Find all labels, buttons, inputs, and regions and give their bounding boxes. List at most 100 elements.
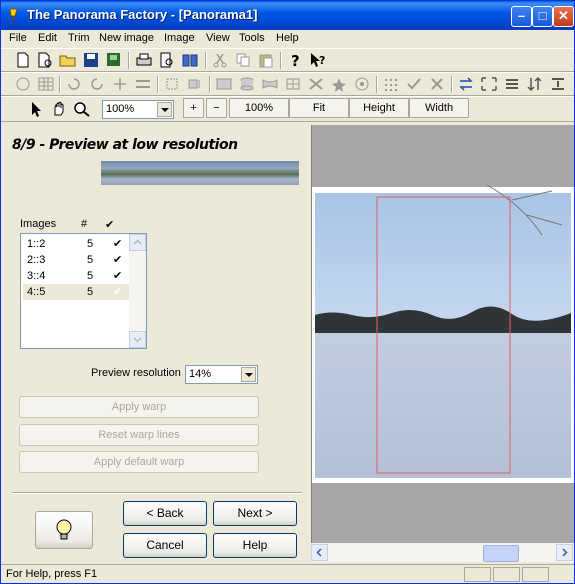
minimize-icon: – <box>517 8 526 23</box>
pair-count: 5 <box>87 286 94 298</box>
distribute-icon[interactable] <box>549 76 567 92</box>
new-panorama-icon[interactable] <box>36 52 54 68</box>
sharpen-icon[interactable] <box>330 76 348 92</box>
close-button[interactable]: ✕ <box>553 6 574 27</box>
standard-toolbar: ? ? <box>1 48 574 72</box>
target-icon[interactable] <box>353 76 371 92</box>
maximize-button[interactable]: □ <box>532 6 553 27</box>
maximize-icon: □ <box>538 8 547 23</box>
print-icon[interactable] <box>135 52 153 68</box>
scroll-down-button[interactable] <box>129 331 146 348</box>
minimize-button[interactable]: – <box>511 6 532 27</box>
image-pairs-list[interactable]: 1::2 5 ✔ 2::3 5 ✔ 3::4 5 ✔ 4::5 5 ✔ <box>20 233 147 349</box>
menu-bar: File Edit Trim New image Image View Tool… <box>1 30 574 48</box>
scroll-left-button[interactable] <box>311 544 328 561</box>
menu-file[interactable]: File <box>9 32 27 44</box>
list-item[interactable]: 2::3 5 ✔ <box>23 252 129 268</box>
preview-horizontal-scrollbar[interactable] <box>311 543 574 562</box>
menu-edit[interactable]: Edit <box>38 32 57 44</box>
scroll-right-button[interactable] <box>556 544 573 561</box>
accept-icon[interactable] <box>405 76 423 92</box>
check-column-header: ✔ <box>105 219 115 231</box>
copy-icon[interactable] <box>234 52 252 68</box>
app-window: The Panorama Factory - [Panorama1] – □ ✕… <box>0 0 575 584</box>
hand-tool-icon[interactable] <box>50 101 68 117</box>
zoom-height-button[interactable]: Height <box>349 98 409 118</box>
pointer-tool-icon[interactable] <box>27 101 45 117</box>
expand-icon[interactable] <box>480 76 498 92</box>
sort-icon[interactable] <box>526 76 544 92</box>
context-help-icon[interactable]: ? <box>309 52 327 68</box>
next-button[interactable]: Next > <box>213 501 297 526</box>
rotate-right-icon[interactable] <box>88 76 106 92</box>
image-icon[interactable] <box>215 76 233 92</box>
apply-default-warp-button[interactable]: Apply default warp <box>19 451 259 473</box>
crop-icon[interactable] <box>163 76 181 92</box>
cancel-button[interactable]: Cancel <box>123 533 207 558</box>
reset-warp-lines-button[interactable]: Reset warp lines <box>19 424 259 446</box>
pair-count: 5 <box>87 254 94 266</box>
open-folder-icon[interactable] <box>59 52 77 68</box>
warp-icon[interactable] <box>261 76 279 92</box>
cut-icon[interactable] <box>211 52 229 68</box>
print-preview-icon[interactable] <box>158 52 176 68</box>
images-column-header: Images <box>20 218 57 230</box>
cylinder-icon[interactable] <box>238 76 256 92</box>
chevron-down-icon[interactable] <box>241 367 256 382</box>
list-item[interactable]: 3::4 5 ✔ <box>23 268 129 284</box>
pair-name: 4::5 <box>27 286 46 298</box>
menu-help[interactable]: Help <box>276 32 299 44</box>
help-button[interactable]: Help <box>213 533 297 558</box>
preview-resolution-value: 14% <box>189 368 212 380</box>
menu-tools[interactable]: Tools <box>239 32 265 44</box>
scroll-thumb[interactable] <box>483 545 519 562</box>
reject-icon[interactable] <box>428 76 446 92</box>
align-icon[interactable] <box>134 76 152 92</box>
menu-image[interactable]: Image <box>164 32 195 44</box>
save-icon[interactable] <box>82 52 100 68</box>
chevron-down-icon[interactable] <box>157 102 172 117</box>
new-file-icon[interactable] <box>14 52 32 68</box>
apply-warp-button[interactable]: Apply warp <box>19 396 259 418</box>
zoom-100-button[interactable]: 100% <box>229 98 289 118</box>
help-icon[interactable]: ? <box>286 52 304 68</box>
scroll-up-button[interactable] <box>129 234 146 251</box>
status-text: For Help, press F1 <box>6 568 98 580</box>
zoom-in-button[interactable]: + <box>183 98 204 118</box>
trim-icon[interactable] <box>186 76 204 92</box>
zoom-out-button[interactable]: − <box>206 98 227 118</box>
paste-icon[interactable] <box>257 52 275 68</box>
toolbar-separator <box>451 76 453 93</box>
blend-icon[interactable] <box>307 76 325 92</box>
zoom-fit-button[interactable]: Fit <box>289 98 349 118</box>
swap-icon[interactable] <box>457 76 475 92</box>
hint-button[interactable] <box>35 511 93 549</box>
zoom-width-button[interactable]: Width <box>409 98 469 118</box>
list-item[interactable]: 1::2 5 ✔ <box>23 236 129 252</box>
preview-canvas[interactable] <box>311 125 574 562</box>
pair-count: 5 <box>87 238 94 250</box>
points-grid-icon[interactable] <box>382 76 400 92</box>
preview-resolution-select[interactable]: 14% <box>185 365 258 384</box>
grid-icon[interactable] <box>37 76 55 92</box>
menu-view[interactable]: View <box>206 32 230 44</box>
magnifier-tool-icon[interactable] <box>73 101 91 117</box>
flip-icon[interactable] <box>111 76 129 92</box>
list-scrollbar[interactable] <box>129 234 146 348</box>
rotate-left-icon[interactable] <box>65 76 83 92</box>
menu-trim[interactable]: Trim <box>68 32 90 44</box>
zoom-value: 100% <box>106 103 135 115</box>
menu-new-image[interactable]: New image <box>99 32 154 44</box>
save-image-icon[interactable] <box>105 52 123 68</box>
zoom-select[interactable]: 100% <box>102 100 174 119</box>
stitch-icon[interactable] <box>14 76 32 92</box>
count-column-header: # <box>81 218 88 230</box>
stack-icon[interactable] <box>503 76 521 92</box>
svg-text:?: ? <box>291 52 300 68</box>
back-button[interactable]: < Back <box>123 501 207 526</box>
check-icon: ✔ <box>113 254 123 266</box>
help-book-icon[interactable] <box>181 52 199 68</box>
title-bar[interactable]: The Panorama Factory - [Panorama1] – □ ✕ <box>1 1 574 30</box>
list-item-selected[interactable]: 4::5 5 ✔ <box>23 284 129 300</box>
fine-tune-icon[interactable] <box>284 76 302 92</box>
